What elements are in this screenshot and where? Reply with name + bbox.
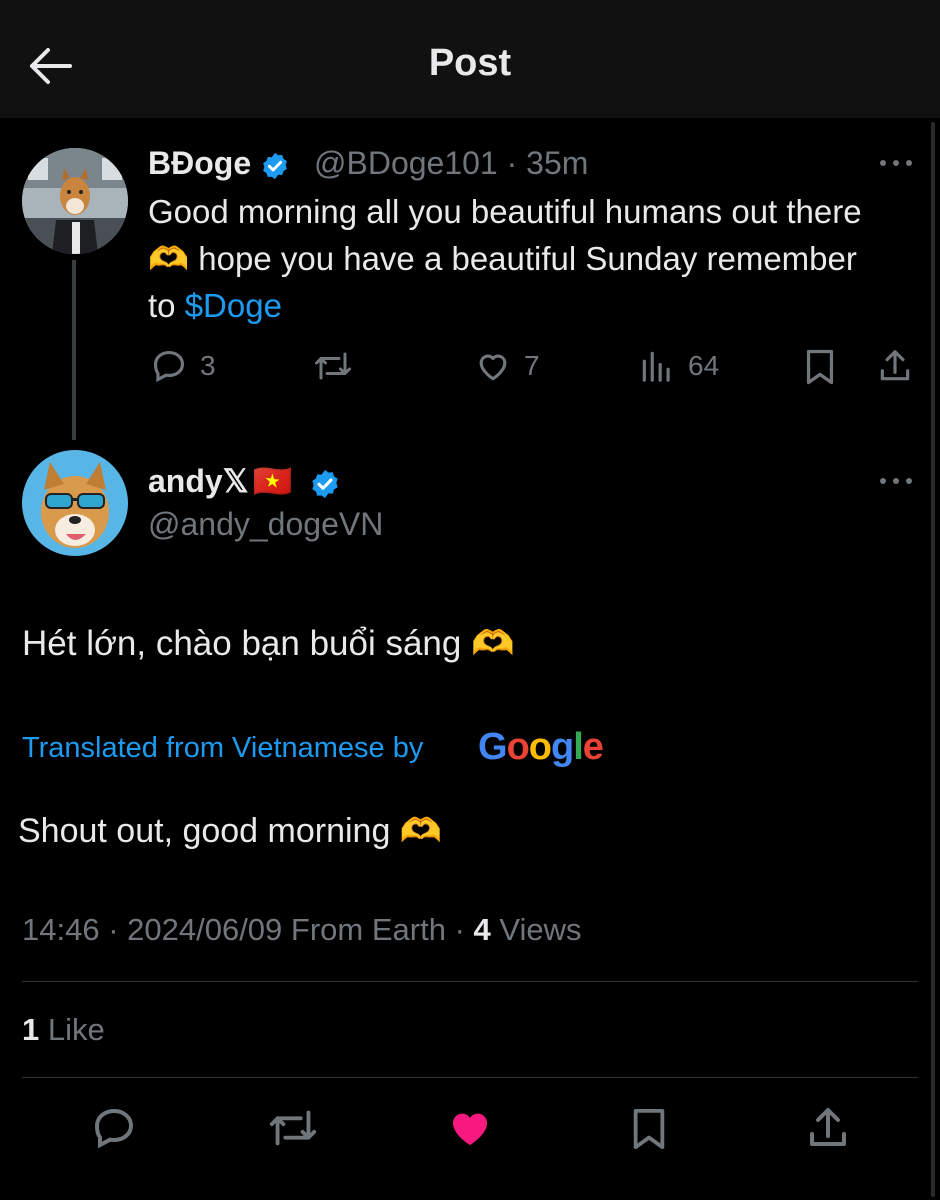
main-handle[interactable]: @andy_dogeVN	[148, 506, 383, 543]
avatar-image	[22, 450, 128, 556]
scrollbar[interactable]	[931, 122, 935, 1197]
separator-dot: ·	[497, 145, 527, 181]
retweet-button[interactable]	[266, 1104, 320, 1157]
more-icon-dot	[906, 160, 912, 166]
post-time[interactable]: 14:46	[22, 912, 100, 947]
retweet-icon	[315, 352, 351, 380]
reply-icon	[153, 350, 185, 383]
more-icon	[880, 160, 886, 166]
views-label: Views	[499, 912, 582, 947]
like-count: 7	[524, 350, 540, 381]
avatar-andy[interactable]	[22, 450, 128, 556]
verified-icon	[263, 152, 287, 179]
parent-time[interactable]: 35m	[526, 145, 588, 181]
parent-text: Good morning all you beautiful humans ou…	[148, 188, 888, 329]
main-author[interactable]: andy𝕏 🇻🇳	[148, 462, 341, 500]
avatar-image	[22, 148, 128, 254]
more-icon	[880, 478, 886, 484]
reply-button[interactable]	[90, 1104, 138, 1157]
like-icon	[452, 1113, 488, 1145]
avatar-bdoge[interactable]	[22, 148, 128, 254]
parent-author-name: BĐoge	[148, 145, 252, 181]
share-button[interactable]	[804, 1104, 852, 1157]
main-text: Hét lớn, chào bạn buổi sáng 🫶	[22, 624, 515, 663]
views-icon	[642, 351, 670, 382]
post-date[interactable]: 2024/06/09	[127, 912, 282, 947]
google-logo: Google	[478, 726, 604, 768]
divider	[22, 981, 918, 982]
parent-author[interactable]: BĐoge	[148, 145, 290, 182]
parent-handle[interactable]: @BDoge101	[314, 145, 498, 181]
parent-views-button[interactable]: 64	[638, 347, 719, 385]
views-count: 4	[473, 912, 491, 947]
bookmark-button[interactable]	[628, 1104, 670, 1159]
like-icon	[479, 354, 507, 381]
main-author-name: andy𝕏	[148, 463, 249, 499]
translated-label[interactable]: Translated from Vietnamese by	[22, 732, 423, 765]
share-icon	[880, 350, 910, 381]
parent-bookmark-button[interactable]	[802, 347, 838, 387]
bookmark-icon	[806, 349, 834, 385]
post-source: From Earth	[290, 912, 446, 947]
more-icon-dot	[893, 160, 899, 166]
parent-share-button[interactable]	[876, 347, 914, 385]
thread-connector	[72, 260, 76, 440]
like-button[interactable]	[446, 1104, 494, 1157]
parent-more-button[interactable]	[878, 152, 918, 172]
page-title: Post	[428, 42, 512, 84]
separator-dot: ·	[99, 912, 128, 947]
divider	[22, 1077, 918, 1078]
more-icon-dot	[893, 478, 899, 484]
parent-like-button[interactable]: 7	[474, 347, 540, 385]
cashtag-link[interactable]: $Doge	[185, 287, 282, 324]
more-icon-dot	[906, 478, 912, 484]
parent-retweet-button[interactable]	[312, 347, 354, 385]
parent-handle-time: @BDoge101 · 35m	[314, 145, 588, 182]
top-bar: Post	[0, 0, 940, 118]
separator-dot: ·	[445, 912, 474, 947]
verified-icon	[312, 469, 338, 498]
flag-emoji: 🇻🇳	[252, 463, 293, 499]
retweet-icon	[269, 1110, 317, 1146]
bookmark-icon	[633, 1108, 665, 1150]
reply-icon	[94, 1108, 134, 1149]
likes-summary[interactable]: 1 Like	[22, 1012, 105, 1048]
translation-text: Shout out, good morning 🫶	[18, 812, 443, 850]
parent-reply-button[interactable]: 3	[150, 347, 216, 385]
views-count: 64	[688, 350, 720, 381]
likes-label: Like	[47, 1012, 105, 1047]
likes-count: 1	[22, 1012, 40, 1047]
post-metadata: 14:46 · 2024/06/09 From Earth · 4 Views	[22, 912, 582, 948]
share-icon	[810, 1108, 846, 1146]
reply-count: 3	[200, 350, 216, 381]
main-more-button[interactable]	[878, 470, 918, 490]
